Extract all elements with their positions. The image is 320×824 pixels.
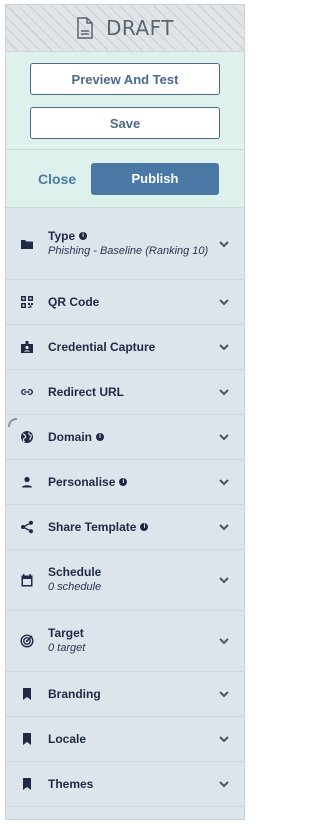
menu-item-schedule[interactable]: Schedule 0 schedule: [6, 550, 244, 611]
bookmark-icon: [20, 687, 34, 701]
menu-sub-type: Phishing - Baseline (Ranking 10): [48, 244, 209, 257]
menu-item-locale[interactable]: Locale: [6, 717, 244, 762]
action-buttons: Preview And Test Save: [6, 52, 244, 150]
chevron-down-icon[interactable]: [218, 386, 230, 398]
menu-sub-target: 0 target: [48, 642, 86, 654]
menu-label-share-template: Share Template: [48, 520, 137, 534]
bookmark-icon: [20, 732, 34, 746]
menu-item-qr-code[interactable]: QR Code: [6, 280, 244, 325]
menu-label-qr-code: QR Code: [48, 295, 100, 309]
info-icon[interactable]: i: [79, 231, 88, 240]
folder-icon: [20, 237, 34, 251]
chevron-down-icon[interactable]: [218, 574, 230, 586]
link-icon: [20, 385, 34, 399]
chevron-down-icon[interactable]: [218, 733, 230, 745]
menu-item-personalise[interactable]: Personalise i: [6, 460, 244, 505]
info-icon[interactable]: i: [140, 523, 149, 531]
target-icon: [20, 634, 34, 648]
campaign-sidebar: DRAFT Preview And Test Save Close Publis…: [5, 4, 245, 820]
menu-item-branding[interactable]: Branding: [6, 672, 244, 717]
chevron-down-icon[interactable]: [218, 778, 230, 790]
document-icon: [76, 17, 94, 39]
status-title: DRAFT: [105, 16, 175, 40]
menu-label-schedule: Schedule: [48, 565, 102, 579]
chevron-down-icon[interactable]: [218, 521, 230, 533]
badge-icon: [20, 340, 34, 354]
menu-label-branding: Branding: [48, 687, 101, 701]
close-link[interactable]: Close: [38, 171, 91, 187]
menu-label-target: Target: [48, 626, 84, 640]
person-icon: [20, 475, 34, 489]
menu-item-themes[interactable]: Themes: [6, 762, 244, 807]
qr-code-icon: [20, 295, 34, 309]
publish-button[interactable]: Publish: [91, 162, 219, 195]
share-icon: [20, 520, 34, 534]
menu-label-credential-capture: Credential Capture: [48, 340, 156, 354]
menu-label-themes: Themes: [48, 777, 94, 791]
menu-label-domain: Domain: [48, 430, 93, 444]
menu-label-locale: Locale: [48, 732, 87, 746]
chevron-down-icon[interactable]: [218, 431, 230, 443]
calendar-icon: [20, 573, 34, 587]
info-icon[interactable]: i: [96, 433, 105, 441]
menu-label-personalise: Personalise: [48, 475, 116, 489]
draft-header: DRAFT: [6, 5, 244, 52]
info-icon[interactable]: i: [119, 478, 128, 486]
bookmark-icon: [20, 777, 34, 791]
chevron-down-icon[interactable]: [218, 341, 230, 353]
menu-item-share-template[interactable]: Share Template i: [6, 505, 244, 550]
chevron-down-icon[interactable]: [218, 296, 230, 308]
chevron-down-icon[interactable]: [218, 476, 230, 488]
menu-item-domain[interactable]: Domain i: [6, 415, 244, 460]
menu-item-credential-capture[interactable]: Credential Capture: [6, 325, 244, 370]
menu-label-type: Type: [48, 228, 76, 243]
menu-item-target[interactable]: Target 0 target: [6, 611, 244, 672]
menu-item-type[interactable]: Type i Phishing - Baseline (Ranking 10): [6, 208, 244, 280]
menu-sub-schedule: 0 schedule: [48, 581, 102, 593]
publish-row: Close Publish: [6, 150, 244, 208]
chevron-down-icon[interactable]: [218, 635, 230, 647]
globe-icon: [20, 430, 34, 444]
save-button[interactable]: Save: [30, 107, 220, 139]
chevron-down-icon[interactable]: [218, 238, 230, 250]
menu-label-redirect-url: Redirect URL: [48, 385, 125, 399]
cursor-mark-icon: [8, 415, 18, 428]
menu-item-redirect-url[interactable]: Redirect URL: [6, 370, 244, 415]
chevron-down-icon[interactable]: [218, 688, 230, 700]
preview-and-test-button[interactable]: Preview And Test: [30, 63, 220, 95]
